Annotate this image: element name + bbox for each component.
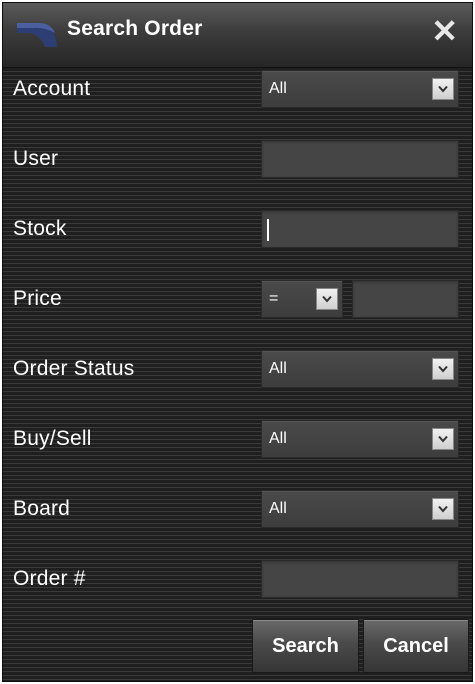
price-label: Price xyxy=(13,287,62,310)
buy-sell-row: Buy/Sell All xyxy=(3,420,472,460)
order-number-input[interactable] xyxy=(261,560,459,598)
dialog-title: Search Order xyxy=(67,17,203,40)
buy-sell-select[interactable]: All xyxy=(261,420,459,458)
user-input[interactable] xyxy=(261,140,459,178)
buy-sell-select-value: All xyxy=(269,430,287,447)
dialog-titlebar[interactable]: Search Order ✕ xyxy=(3,3,472,68)
brand-logo-icon xyxy=(17,23,57,47)
price-row: Price = xyxy=(3,280,472,320)
buy-sell-label: Buy/Sell xyxy=(13,427,92,450)
search-order-dialog: Search Order ✕ Account All User Stock Pr… xyxy=(2,2,473,682)
order-status-select-value: All xyxy=(269,360,287,377)
price-operator-select[interactable]: = xyxy=(261,280,343,318)
user-row: User xyxy=(3,140,472,180)
cancel-button[interactable]: Cancel xyxy=(363,619,469,673)
account-select-value: All xyxy=(269,80,287,97)
price-operator-value: = xyxy=(269,290,279,307)
stock-label: Stock xyxy=(13,217,67,240)
order-status-label: Order Status xyxy=(13,357,135,380)
stock-row: Stock xyxy=(3,210,472,250)
stock-input[interactable] xyxy=(261,210,459,248)
board-row: Board All xyxy=(3,490,472,530)
price-input[interactable] xyxy=(352,280,459,318)
chevron-down-icon[interactable] xyxy=(432,358,454,380)
order-number-label: Order # xyxy=(13,567,86,590)
account-row: Account All xyxy=(3,70,472,110)
chevron-down-icon[interactable] xyxy=(432,498,454,520)
account-label: Account xyxy=(13,77,91,100)
board-select[interactable]: All xyxy=(261,490,459,528)
close-icon[interactable]: ✕ xyxy=(431,11,458,51)
order-number-row: Order # xyxy=(3,560,472,600)
account-select[interactable]: All xyxy=(261,70,459,108)
order-status-select[interactable]: All xyxy=(261,350,459,388)
text-cursor xyxy=(267,219,269,241)
chevron-down-icon[interactable] xyxy=(432,78,454,100)
board-select-value: All xyxy=(269,500,287,517)
search-button[interactable]: Search xyxy=(252,619,359,673)
chevron-down-icon[interactable] xyxy=(316,288,338,310)
order-status-row: Order Status All xyxy=(3,350,472,390)
user-label: User xyxy=(13,147,59,170)
board-label: Board xyxy=(13,497,71,520)
chevron-down-icon[interactable] xyxy=(432,428,454,450)
